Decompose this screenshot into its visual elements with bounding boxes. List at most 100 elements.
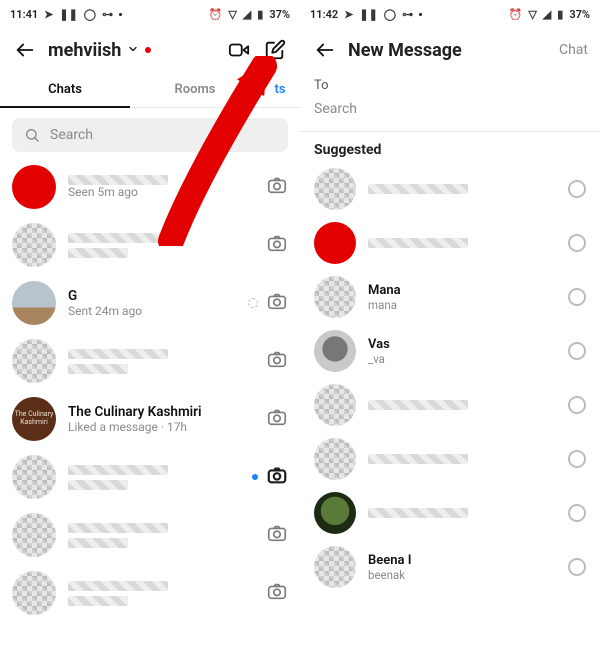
camera-button[interactable] [266,406,288,432]
new-message-button[interactable] [262,37,288,63]
signal-icon: ◢ [543,9,551,20]
suggested-row[interactable] [300,486,600,540]
chat-meta [68,233,254,258]
chat-subtitle: Liked a message · 17h [68,420,254,434]
camera-button[interactable] [266,348,288,374]
row-actions [266,580,288,606]
redacted-name [68,581,168,591]
page-title: New Message [348,40,462,61]
search-placeholder: Search [50,127,93,143]
search-icon [24,127,40,143]
chat-row[interactable] [0,448,300,506]
chevron-down-icon [127,39,139,60]
redacted-subtitle [68,480,128,490]
notification-dot-icon [145,47,151,53]
alarm-icon: ⏰ [509,9,523,20]
account-switcher[interactable]: mehviish [48,40,151,61]
chat-row[interactable]: The Culinary KashmiriThe Culinary Kashmi… [0,390,300,448]
status-time: 11:41 [10,8,38,21]
select-radio[interactable] [568,288,586,306]
send-icon: ➤ [344,9,353,20]
contact-handle: mana [368,298,556,312]
contact-name: Beena I [368,553,556,568]
signal-icon: ◢ [243,9,251,20]
avatar [314,276,356,318]
avatar [314,492,356,534]
suggested-header: Suggested [300,132,600,162]
camera-button[interactable] [266,290,288,316]
chat-meta: The Culinary KashmiriLiked a message · 1… [68,404,254,434]
chat-meta [68,465,240,490]
camera-button[interactable] [266,580,288,606]
suggested-row[interactable]: Beena Ibeenak [300,540,600,594]
chat-row[interactable]: Seen 5m ago [0,158,300,216]
redacted-name [368,400,468,410]
chat-meta [68,581,254,606]
avatar [314,546,356,588]
status-bar: 11:42 ➤ ❚❚ ◯ ⊶ ⏰ ▽ ◢ ▮ 37% [300,0,600,28]
contact-meta: Manamana [368,283,556,312]
tab-requests[interactable]: ts [260,72,300,107]
row-actions [252,464,288,490]
wifi-icon: ▽ [528,9,536,20]
camera-button[interactable] [266,464,288,490]
avatar [314,168,356,210]
chat-row[interactable] [0,564,300,622]
chat-list[interactable]: Seen 5m ago GSent 24m ago The Culinary Kas… [0,158,300,648]
arrow-left-icon [314,39,336,61]
suggested-row[interactable] [300,378,600,432]
contact-meta [368,238,556,248]
username: mehviish [48,40,121,61]
row-actions [266,348,288,374]
chat-name: G [68,288,236,304]
back-button[interactable] [312,37,338,63]
chat-meta [68,349,254,374]
suggested-row[interactable]: Vas_va [300,324,600,378]
camera-button[interactable] [266,174,288,200]
avatar [12,455,56,499]
more-dot-icon [119,13,122,16]
chat-row[interactable]: GSent 24m ago [0,274,300,332]
tab-rooms[interactable]: Rooms [130,72,260,107]
select-radio[interactable] [568,450,586,468]
redacted-subtitle [68,364,128,374]
suggested-row[interactable] [300,432,600,486]
row-actions [248,290,288,316]
contact-meta [368,454,556,464]
screen-new-message: 11:42 ➤ ❚❚ ◯ ⊶ ⏰ ▽ ◢ ▮ 37% New Message C… [300,0,600,648]
redacted-name [368,238,468,248]
tab-chats-label: Chats [48,82,82,97]
pause-icon: ❚❚ [359,9,377,20]
select-radio[interactable] [568,558,586,576]
recipient-search-input[interactable]: Search [300,95,600,131]
back-button[interactable] [12,37,38,63]
camera-button[interactable] [266,232,288,258]
tab-rooms-label: Rooms [175,82,216,97]
select-radio[interactable] [568,234,586,252]
search-input[interactable]: Search [12,118,288,152]
suggested-row[interactable] [300,216,600,270]
camera-button[interactable] [266,522,288,548]
battery-icon: ▮ [557,9,563,20]
suggested-list[interactable]: Manamana Vas_va Beena Ibeenak [300,162,600,648]
select-radio[interactable] [568,504,586,522]
select-radio[interactable] [568,342,586,360]
redacted-subtitle [68,538,128,548]
chat-action-button[interactable]: Chat [559,42,588,58]
unread-dot-icon [252,474,258,480]
chat-row[interactable] [0,332,300,390]
tab-requests-label: ts [274,82,285,97]
contact-handle: beenak [368,568,556,582]
alarm-icon: ⏰ [209,9,223,20]
tab-chats[interactable]: Chats [0,72,130,107]
suggested-row[interactable] [300,162,600,216]
suggested-row[interactable]: Manamana [300,270,600,324]
battery-icon: ▮ [257,9,263,20]
redacted-name [68,233,168,243]
chat-row[interactable] [0,216,300,274]
select-radio[interactable] [568,396,586,414]
key-icon: ⊶ [402,9,413,20]
video-call-button[interactable] [226,37,252,63]
chat-row[interactable] [0,506,300,564]
select-radio[interactable] [568,180,586,198]
